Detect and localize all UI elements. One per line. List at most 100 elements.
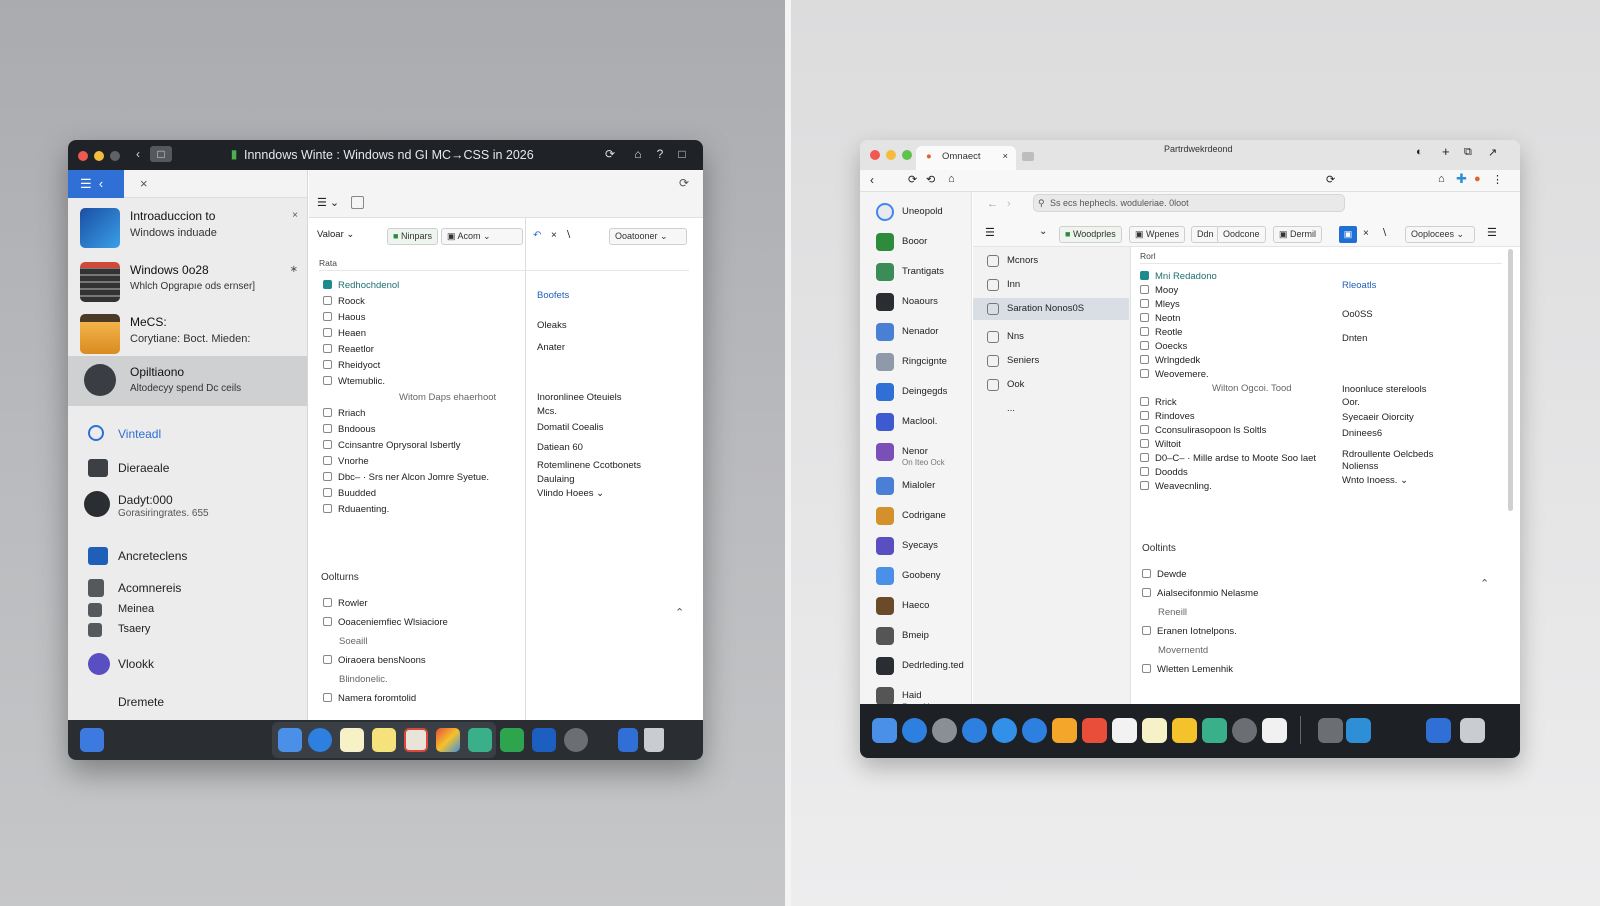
list-row[interactable]: Wrlngdedk (1140, 355, 1200, 366)
row-checkbox[interactable] (323, 296, 332, 305)
chevron-up-icon[interactable]: ⌃ (1480, 577, 1489, 590)
section-row[interactable]: Ooaceniemfiec Wlsiaciore (323, 617, 448, 628)
row-checkbox[interactable] (1140, 369, 1149, 378)
pin-icon[interactable]: ∖ (565, 230, 571, 241)
list-row[interactable]: Doodds (1140, 467, 1188, 478)
arc-icon[interactable] (932, 718, 957, 743)
app-item[interactable]: Nenor On Iteo Ock (860, 440, 971, 472)
home-icon[interactable]: ⌂ (948, 173, 955, 185)
list-row[interactable]: Weovemere. (1140, 369, 1209, 380)
share-icon[interactable]: ↗ (1488, 146, 1497, 159)
news-icon[interactable] (1082, 718, 1107, 743)
safari-icon[interactable] (962, 718, 987, 743)
finder-icon[interactable] (872, 718, 897, 743)
valoar-dropdown[interactable]: Valoar ⌄ (317, 229, 354, 240)
back-arrow-icon[interactable]: ← (987, 198, 998, 210)
zoom-button[interactable] (110, 151, 120, 161)
new-tab-icon[interactable] (1022, 152, 1034, 161)
row-checkbox[interactable] (1142, 626, 1151, 635)
calendar-icon[interactable] (1112, 718, 1137, 743)
minimize-button[interactable] (94, 151, 104, 161)
app-item[interactable]: Codrigane (860, 504, 971, 532)
photos-icon[interactable] (1172, 718, 1197, 743)
section-row[interactable]: Reneill (1158, 607, 1187, 618)
folder-item[interactable]: Inn (973, 274, 1129, 296)
numbers-icon[interactable] (500, 728, 524, 752)
row-checkbox[interactable] (323, 424, 332, 433)
chip-wpenes[interactable]: ▣ Wpenes (1129, 226, 1186, 243)
menu-icon[interactable]: ⋮ (1492, 173, 1503, 186)
refresh-icon[interactable]: ⟳ (1326, 173, 1335, 186)
list-row[interactable]: Reotle (1140, 327, 1182, 338)
chip-ddn[interactable]: Ddn (1191, 226, 1220, 243)
row-checkbox[interactable] (323, 617, 332, 626)
nav-item-dadyt[interactable]: Dadyt:000 Gorasiringrates. 655 (68, 488, 307, 524)
list-row[interactable]: Ccinsantre Oprysoral Isbertly (323, 440, 460, 451)
list-row[interactable]: Mni Redadono (1140, 271, 1217, 282)
finder-dock-icon[interactable] (278, 728, 302, 752)
list-row[interactable]: Rduaenting. (323, 504, 389, 515)
section-row[interactable]: Blindonelic. (339, 674, 388, 685)
doc-card-4-selected[interactable]: Opiltiaono Altodecyy spend Dc ceils (68, 356, 307, 406)
app-item[interactable]: Uneopold (860, 200, 971, 228)
section-row[interactable]: Dewde (1142, 569, 1187, 580)
app-item[interactable]: Dedrleding.ted (860, 654, 971, 682)
section-row[interactable]: Oiraoera bensNoons (323, 655, 426, 666)
list-row[interactable]: Cconsulirasopoon ls Soltls (1140, 425, 1266, 436)
doc-card-1[interactable]: Introaduccion to Windows induade × (68, 200, 307, 252)
section-row[interactable]: Eranen Iotnelpons. (1142, 626, 1237, 637)
list-row[interactable]: Witom Daps ehaerhoot (399, 392, 496, 403)
row-checkbox[interactable] (1140, 327, 1149, 336)
section-row[interactable]: Namera foromtolid (323, 693, 416, 704)
list-row[interactable]: Weavecnling. (1140, 481, 1212, 492)
nav-item-tsaery[interactable]: Tsaery (68, 618, 307, 642)
menu-tab[interactable]: ☰ ‹ (68, 170, 124, 198)
pin-icon[interactable]: ✚ (1456, 171, 1467, 187)
close-x-icon[interactable]: × (551, 230, 557, 241)
list-row[interactable]: Bndoous (323, 424, 376, 435)
row-checkbox[interactable] (323, 440, 332, 449)
row-checkbox[interactable] (323, 693, 332, 702)
chip-acom[interactable]: ▣ Acom ⌄ (441, 228, 523, 245)
blue-action-button[interactable]: ▣ (1339, 226, 1357, 243)
app-item[interactable]: Ringcignte (860, 350, 971, 378)
row-checkbox[interactable] (1140, 453, 1149, 462)
profile-icon[interactable]: ● (1474, 173, 1481, 185)
row-checkbox[interactable] (323, 328, 332, 337)
row-checkbox[interactable] (1140, 439, 1149, 448)
list-row[interactable]: Wtemublic. (323, 376, 385, 387)
section-row[interactable]: Wletten Lemenhik (1142, 664, 1233, 675)
list-view-icon[interactable]: ☰ (985, 226, 995, 239)
preview-icon[interactable] (468, 728, 492, 752)
stickies-icon[interactable] (372, 728, 396, 752)
folder-item[interactable]: ... (973, 398, 1129, 420)
row-checkbox[interactable] (1140, 299, 1149, 308)
list-row[interactable]: Buudded (323, 488, 376, 499)
nav-item-dieraeale[interactable]: Dieraeale (68, 456, 307, 480)
list-row[interactable]: Neotn (1140, 313, 1180, 324)
doc-card-2[interactable]: Windows 0o28 Whlch Opgrapıe ods ernser] … (68, 254, 307, 306)
forward-arrow-icon[interactable]: › (1007, 198, 1011, 210)
row-checkbox[interactable] (1140, 341, 1149, 350)
row-checkbox[interactable] (1140, 467, 1149, 476)
nav-item-vlookk[interactable]: Vlookk (68, 652, 307, 676)
nav-item-vinteadl[interactable]: Vinteadl (68, 422, 307, 446)
row-checkbox[interactable] (323, 360, 332, 369)
list-row[interactable]: Mleys (1140, 299, 1180, 310)
back-icon[interactable]: ‹ (130, 146, 146, 162)
folder-dock-icon[interactable] (618, 728, 638, 752)
row-checkbox[interactable] (323, 408, 332, 417)
books-icon[interactable] (532, 728, 556, 752)
chip-oodcone[interactable]: Oodcone (1217, 226, 1266, 243)
app-item[interactable]: Goobeny (860, 564, 971, 592)
list-row[interactable]: Wiltoit (1140, 439, 1181, 450)
folder-icon[interactable] (1426, 718, 1451, 743)
close-icon[interactable]: × (140, 176, 148, 191)
calendar-icon[interactable] (404, 728, 428, 752)
app-item[interactable]: Haeco (860, 594, 971, 622)
row-checkbox[interactable] (323, 488, 332, 497)
code-icon[interactable] (1346, 718, 1371, 743)
undo-icon[interactable]: ↶ (533, 230, 541, 241)
row-checkbox[interactable] (323, 280, 332, 289)
sync-icon[interactable]: ⟳ (602, 146, 618, 162)
